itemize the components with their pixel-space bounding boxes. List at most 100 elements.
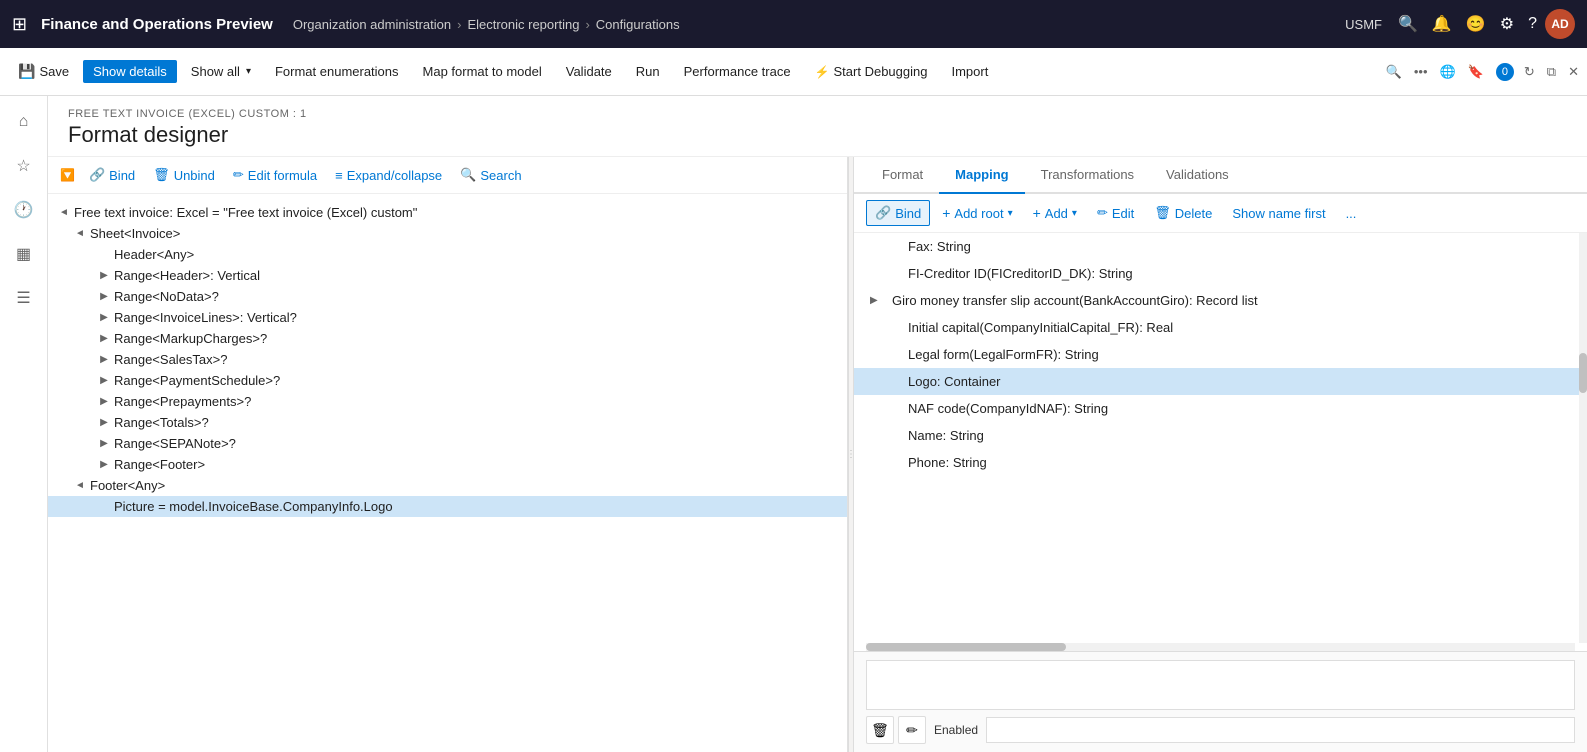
toggle-rangeprepay[interactable]: ▶ <box>96 396 112 407</box>
tab-format[interactable]: Format <box>866 157 939 194</box>
unbind-button[interactable]: 🗑 Unbind <box>145 163 223 187</box>
app-grid-icon[interactable]: ⊞ <box>12 14 27 35</box>
tree-item-picture[interactable]: Picture = model.InvoiceBase.CompanyInfo.… <box>48 496 847 517</box>
vertical-scrollbar[interactable] <box>1579 233 1587 643</box>
sidebar-clock-icon[interactable]: 🕐 <box>6 192 42 228</box>
sidebar-star-icon[interactable]: ☆ <box>6 148 42 184</box>
tree-item-rangemarkup[interactable]: ▶ Range<MarkupCharges>? <box>48 328 847 349</box>
add-root-button[interactable]: + Add root ▾ <box>934 201 1020 225</box>
add-button-mapping[interactable]: + Add ▾ <box>1025 201 1085 225</box>
tab-mapping[interactable]: Mapping <box>939 157 1024 194</box>
data-item-name[interactable]: Name: String <box>854 422 1586 449</box>
data-item-ficreditor[interactable]: FI-Creditor ID(FICreditorID_DK): String <box>854 260 1586 287</box>
tree-item-footer[interactable]: ◄ Footer<Any> <box>48 475 847 496</box>
map-format-to-model-button[interactable]: Map format to model <box>413 60 552 83</box>
toolbar-search-icon[interactable]: 🔍 <box>1386 64 1402 80</box>
toggle-rangeinvoicelines[interactable]: ▶ <box>96 312 112 323</box>
toggle-footer[interactable]: ◄ <box>72 480 88 491</box>
toggle-sheet[interactable]: ◄ <box>72 228 88 239</box>
breadcrumb-er[interactable]: Electronic reporting <box>467 17 579 32</box>
sidebar-home-icon[interactable]: ⌂ <box>6 104 42 140</box>
data-item-initialcapital[interactable]: Initial capital(CompanyInitialCapital_FR… <box>854 314 1586 341</box>
tree-item-rangeprepay[interactable]: ▶ Range<Prepayments>? <box>48 391 847 412</box>
format-enumerations-button[interactable]: Format enumerations <box>265 60 409 83</box>
tree-item-rangenodata[interactable]: ▶ Range<NoData>? <box>48 286 847 307</box>
expand-collapse-button[interactable]: ≡ Expand/collapse <box>327 164 450 187</box>
toolbar-bookmark-icon[interactable]: 🔖 <box>1468 64 1484 80</box>
sidebar-grid-icon[interactable]: ▦ <box>6 236 42 272</box>
nav-icons: 🔍 🔔 😊 ⚙ ? <box>1398 14 1537 34</box>
toggle-rangenodata[interactable]: ▶ <box>96 291 112 302</box>
data-item-legalform[interactable]: Legal form(LegalFormFR): String <box>854 341 1586 368</box>
tree-label-rangesalestax: Range<SalesTax>? <box>112 352 227 367</box>
toggle-root[interactable]: ◄ <box>56 207 72 218</box>
toggle-rangepayment[interactable]: ▶ <box>96 375 112 386</box>
toggle-rangeheader[interactable]: ▶ <box>96 270 112 281</box>
giro-expand[interactable]: ▶ <box>870 295 884 306</box>
tree-item-rangepayment[interactable]: ▶ Range<PaymentSchedule>? <box>48 370 847 391</box>
gear-icon[interactable]: ⚙ <box>1500 14 1514 34</box>
tree-item-rangesalestax[interactable]: ▶ Range<SalesTax>? <box>48 349 847 370</box>
help-icon[interactable]: ? <box>1528 15 1537 33</box>
save-button[interactable]: 💾 Save <box>8 59 79 84</box>
edit-formula-button[interactable]: ✏ Edit formula <box>225 163 325 187</box>
show-name-first-button[interactable]: Show name first <box>1224 202 1333 225</box>
bind-button-mapping[interactable]: 🔗 Bind <box>866 200 930 226</box>
delete-bottom-button[interactable]: 🗑 <box>866 716 894 744</box>
tree-item-sheet[interactable]: ◄ Sheet<Invoice> <box>48 223 847 244</box>
toggle-rangefooter[interactable]: ▶ <box>96 459 112 470</box>
edit-bottom-button[interactable]: ✏ <box>898 716 926 744</box>
data-item-fax[interactable]: Fax: String <box>854 233 1586 260</box>
bell-icon[interactable]: 🔔 <box>1432 14 1452 34</box>
enabled-field[interactable] <box>986 717 1575 743</box>
more-button-mapping[interactable]: ... <box>1338 202 1365 225</box>
tree-item-rangetotals[interactable]: ▶ Range<Totals>? <box>48 412 847 433</box>
tab-validations[interactable]: Validations <box>1150 157 1245 194</box>
search-icon[interactable]: 🔍 <box>1398 14 1418 34</box>
data-item-logo[interactable]: Logo: Container <box>854 368 1586 395</box>
horizontal-scrollbar[interactable] <box>866 643 1575 651</box>
tab-transformations[interactable]: Transformations <box>1025 157 1150 194</box>
show-details-button[interactable]: Show details <box>83 60 177 83</box>
breadcrumb-config[interactable]: Configurations <box>596 17 680 32</box>
data-item-nafcode[interactable]: NAF code(CompanyIdNAF): String <box>854 395 1586 422</box>
toolbar-close-icon[interactable]: ✕ <box>1568 64 1579 80</box>
data-item-phone[interactable]: Phone: String <box>854 449 1586 476</box>
content-area: FREE TEXT INVOICE (EXCEL) CUSTOM : 1 For… <box>48 96 1587 752</box>
bind-button-format[interactable]: 🔗 Bind <box>81 163 143 187</box>
data-item-giro[interactable]: ▶ Giro money transfer slip account(BankA… <box>854 287 1586 314</box>
formula-textarea[interactable] <box>866 660 1575 710</box>
edit-button-mapping[interactable]: ✏ Edit <box>1089 201 1142 225</box>
tree-item-header[interactable]: Header<Any> <box>48 244 847 265</box>
breadcrumb-org[interactable]: Organization administration <box>293 17 451 32</box>
toolbar-more-icon[interactable]: ••• <box>1414 64 1428 79</box>
delete-button-mapping[interactable]: 🗑 Delete <box>1146 201 1220 225</box>
toolbar-refresh-icon[interactable]: ↻ <box>1524 64 1535 80</box>
toggle-rangemarkup[interactable]: ▶ <box>96 333 112 344</box>
import-button[interactable]: Import <box>941 60 998 83</box>
smiley-icon[interactable]: 😊 <box>1466 14 1486 34</box>
filter-icon[interactable]: 🔽 <box>60 168 75 182</box>
start-debugging-button[interactable]: ⚡ Start Debugging <box>805 60 938 83</box>
giro-label: Giro money transfer slip account(BankAcc… <box>892 293 1258 308</box>
search-button-format[interactable]: 🔍 Search <box>452 163 529 187</box>
run-button[interactable]: Run <box>626 60 670 83</box>
tree-item-rangesepanote[interactable]: ▶ Range<SEPANote>? <box>48 433 847 454</box>
show-all-button[interactable]: Show all <box>181 60 261 83</box>
toolbar-newwin-icon[interactable]: ⧉ <box>1547 64 1556 80</box>
validate-button[interactable]: Validate <box>556 60 622 83</box>
delete-icon-mapping: 🗑 <box>1154 205 1171 221</box>
toggle-rangesepanote[interactable]: ▶ <box>96 438 112 449</box>
tree-item-root[interactable]: ◄ Free text invoice: Excel = "Free text … <box>48 202 847 223</box>
data-list: Fax: String FI-Creditor ID(FICreditorID_… <box>854 233 1587 643</box>
performance-trace-button[interactable]: Performance trace <box>674 60 801 83</box>
sidebar-list-icon[interactable]: ☰ <box>6 280 42 316</box>
tree-item-rangefooter[interactable]: ▶ Range<Footer> <box>48 454 847 475</box>
toggle-rangetotals[interactable]: ▶ <box>96 417 112 428</box>
tree-item-rangeinvoicelines[interactable]: ▶ Range<InvoiceLines>: Vertical? <box>48 307 847 328</box>
avatar[interactable]: AD <box>1545 9 1575 39</box>
tree-item-rangeheader[interactable]: ▶ Range<Header>: Vertical <box>48 265 847 286</box>
toggle-rangesalestax[interactable]: ▶ <box>96 354 112 365</box>
toolbar-globe-icon[interactable]: 🌐 <box>1440 64 1456 80</box>
toolbar-badge: 0 <box>1496 63 1514 81</box>
